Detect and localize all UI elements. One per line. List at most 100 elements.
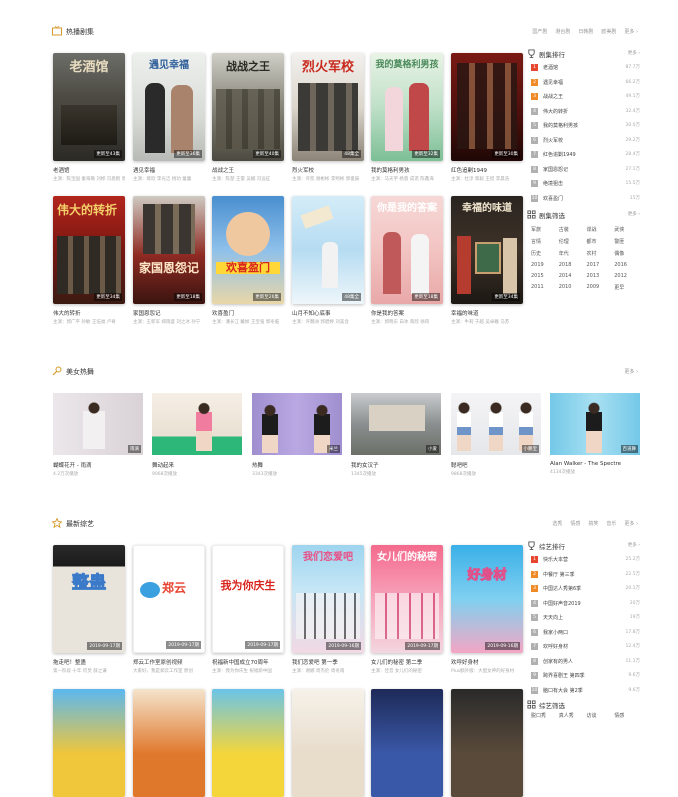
drama-card[interactable]: 老酒馆 更新至43集 老酒馆 主演：陈宝国 秦海璐 刘桦 冯恩鹤 郭涛 bbox=[53, 53, 125, 182]
filter-option[interactable]: 都市 bbox=[587, 238, 615, 245]
rank-row[interactable]: 2 遇见幸福 66.2万 bbox=[527, 76, 642, 91]
filter-option[interactable]: 谍战 bbox=[587, 226, 615, 233]
rank-row[interactable]: 10 欢喜盈门 15万 bbox=[527, 192, 642, 207]
drama-title[interactable]: 战战之王 bbox=[212, 166, 284, 174]
rank-title[interactable]: 创家有的男人 bbox=[543, 658, 573, 665]
drama-card[interactable]: 我的莫格利男孩 更新至32集 我的莫格利男孩 主演：马天宇 杨蓉 成诺 陈鑫海 bbox=[371, 53, 443, 182]
variety-poster[interactable]: 好身材 2019-09-16期 bbox=[451, 545, 523, 653]
drama-card[interactable]: 伟大的转折 更新至34集 伟大的转折 主演：郭广平 孙敏 王伍福 卢奇 bbox=[53, 196, 125, 325]
rank-title[interactable]: 红色追剿1949 bbox=[543, 151, 576, 158]
dance-card[interactable]: 小爱 我的女汉子 1345次播放 bbox=[351, 393, 441, 477]
rank-row[interactable]: 9 绝境狙击 15.5万 bbox=[527, 177, 642, 192]
rank-row[interactable]: 6 烈火军校 29.2万 bbox=[527, 134, 642, 149]
tab-jp-kr[interactable]: 日韩剧 bbox=[578, 28, 593, 35]
drama-card[interactable]: 烈火军校 48集全 烈火军校 主演：许凯 谢彬彬 李熙彬 郭俊辰 bbox=[292, 53, 364, 182]
drama-title[interactable]: 欢喜盈门 bbox=[212, 309, 284, 317]
drama-card[interactable]: 你是我的答案 更新至18集 你是我的答案 主演：郭晓东 白冰 蒋欣 徐筠 bbox=[371, 196, 443, 325]
drama-card[interactable]: 幸福的味道 更新至34集 幸福的味道 主演：牛莉 于越 吴卓羲 马苏 bbox=[451, 196, 523, 325]
filter-option[interactable]: 武侠 bbox=[614, 226, 642, 233]
drama-title[interactable]: 家国恩怨记 bbox=[133, 309, 205, 317]
rank-title[interactable]: 欢呼好身材 bbox=[543, 643, 568, 650]
rank-title[interactable]: 中国好声音2019 bbox=[543, 600, 581, 607]
rank-row[interactable]: 4 伟大的转折 32.4万 bbox=[527, 105, 642, 120]
rank-row[interactable]: 7 欢呼好身材 12.4万 bbox=[527, 640, 642, 655]
drama-title[interactable]: 幸福的味道 bbox=[451, 309, 523, 317]
tab-talent[interactable]: 选秀 bbox=[552, 520, 562, 527]
drama-poster[interactable]: 战战之王 更新至40集 bbox=[212, 53, 284, 161]
dance-card[interactable]: 舞动起来 9068次播放 bbox=[152, 393, 242, 477]
dance-thumbnail[interactable]: 小鹏宝 bbox=[451, 393, 541, 455]
variety-card[interactable]: 我们恋爱吧 2019-09-16期 我们恋爱吧 第一季 主演：谢娜 周杰伦 周冬… bbox=[292, 545, 364, 674]
dance-title[interactable]: 我的女汉子 bbox=[351, 461, 441, 469]
drama-title[interactable]: 遇见幸福 bbox=[133, 166, 205, 174]
rank-title[interactable]: 天天向上 bbox=[543, 614, 563, 621]
variety-poster[interactable] bbox=[371, 689, 443, 797]
dance-more-link[interactable]: 更多 › bbox=[624, 368, 638, 375]
variety-poster[interactable]: 我们恋爱吧 2019-09-16期 bbox=[292, 545, 364, 653]
drama-poster[interactable]: 欢喜盈门 更新至26集 bbox=[212, 196, 284, 304]
dance-card[interactable]: 雨滴 蝴蝶花开 - 雨滴 4.2万次播放 bbox=[53, 393, 143, 477]
variety-card[interactable]: 郑云 2019-09-17期 郑云工作室原创视频 大家好，我是郑云工作室 原创 bbox=[133, 545, 205, 674]
dance-thumbnail[interactable]: 小爱 bbox=[351, 393, 441, 455]
variety-poster[interactable] bbox=[53, 689, 125, 797]
dance-title[interactable]: 热舞 bbox=[252, 461, 342, 469]
filter-option[interactable]: 真人秀 bbox=[559, 712, 587, 719]
drama-more-link[interactable]: 更多 › bbox=[624, 28, 638, 35]
drama-poster[interactable]: 家国恩怨记 更新至18集 bbox=[133, 196, 205, 304]
filter-option[interactable]: 农村 bbox=[587, 250, 615, 257]
dance-thumbnail[interactable]: 米兰 bbox=[252, 393, 342, 455]
rank-title[interactable]: 烈火军校 bbox=[543, 137, 563, 144]
variety-card[interactable]: 我为你庆生 2019-09-17期 祝福新中国成立70周年 主演：我为你庆生 祝… bbox=[212, 545, 284, 674]
drama-title[interactable]: 我的莫格利男孩 bbox=[371, 166, 443, 174]
filter-option[interactable]: 军旅 bbox=[531, 226, 559, 233]
filter-option[interactable]: 2013 bbox=[587, 273, 615, 279]
filter-option[interactable]: 2009 bbox=[587, 284, 615, 291]
filter-option[interactable]: 言情 bbox=[531, 238, 559, 245]
variety-poster[interactable]: 我为你庆生 2019-09-17期 bbox=[212, 545, 284, 653]
variety-card[interactable] bbox=[53, 689, 125, 797]
filter-option[interactable]: 2011 bbox=[531, 284, 559, 291]
variety-poster[interactable] bbox=[212, 689, 284, 797]
rank-row[interactable]: 5 我的莫格利男孩 30.0万 bbox=[527, 119, 642, 134]
drama-poster[interactable]: 我的莫格利男孩 更新至32集 bbox=[371, 53, 443, 161]
filter-option[interactable]: 2018 bbox=[559, 262, 587, 268]
dance-thumbnail[interactable]: 百道舞 bbox=[550, 393, 640, 455]
filter-option[interactable]: 偶像 bbox=[614, 250, 642, 257]
variety-card[interactable] bbox=[133, 689, 205, 797]
dance-title[interactable]: 蝴蝶花开 - 雨滴 bbox=[53, 461, 143, 469]
rank-title[interactable]: 老酒馆 bbox=[543, 64, 558, 71]
filter-option[interactable]: 2014 bbox=[559, 273, 587, 279]
dance-card[interactable]: 米兰 热舞 3343次播放 bbox=[252, 393, 342, 477]
drama-poster[interactable]: 48集全 bbox=[292, 196, 364, 304]
filter-option[interactable]: 伦理 bbox=[559, 238, 587, 245]
drama-title[interactable]: 红色追剿1949 bbox=[451, 166, 523, 174]
drama-poster[interactable]: 你是我的答案 更新至18集 bbox=[371, 196, 443, 304]
tab-romance[interactable]: 情感 bbox=[570, 520, 580, 527]
filter-option[interactable]: 年代 bbox=[559, 250, 587, 257]
rank-title[interactable]: 中餐厅 第三季 bbox=[543, 571, 575, 578]
rank-title[interactable]: 伟大的转折 bbox=[543, 108, 568, 115]
rank-title[interactable]: 快乐大本营 bbox=[543, 556, 568, 563]
variety-poster[interactable] bbox=[292, 689, 364, 797]
filter-option[interactable]: 2012 bbox=[614, 273, 642, 279]
dance-thumbnail[interactable]: 雨滴 bbox=[53, 393, 143, 455]
rank-title[interactable]: 欢喜盈门 bbox=[543, 195, 563, 202]
dance-title[interactable]: Alan Walker - The Spectre bbox=[550, 461, 640, 467]
variety-title[interactable]: 祝福新中国成立70周年 bbox=[212, 658, 284, 666]
filter-option[interactable]: 2019 bbox=[531, 262, 559, 268]
drama-poster[interactable]: 遇见幸福 更新至36集 bbox=[133, 53, 205, 161]
tab-music[interactable]: 音乐 bbox=[606, 520, 616, 527]
variety-card[interactable] bbox=[212, 689, 284, 797]
rank-row[interactable]: 8 家国恩怨记 27.1万 bbox=[527, 163, 642, 178]
variety-title[interactable]: 我们恋爱吧 第一季 bbox=[292, 658, 364, 666]
tab-domestic[interactable]: 国产剧 bbox=[532, 28, 547, 35]
rank-row[interactable]: 2 中餐厅 第三季 22.5万 bbox=[527, 568, 642, 583]
variety-card[interactable] bbox=[292, 689, 364, 797]
variety-title[interactable]: 拖走吧！整蛊 bbox=[53, 658, 125, 666]
rank-row[interactable]: 4 中国好声音2019 20万 bbox=[527, 597, 642, 612]
drama-title[interactable]: 烈火军校 bbox=[292, 166, 364, 174]
variety-poster[interactable]: 女儿们的秘密 2019-09-17期 bbox=[371, 545, 443, 653]
variety-poster[interactable] bbox=[451, 689, 523, 797]
drama-card[interactable]: 更新至30集 红色追剿1949 主演：杜淳 蒋毅 王挺 李晨浩 bbox=[451, 53, 523, 182]
rank-row[interactable]: 3 战战之王 49.1万 bbox=[527, 90, 642, 105]
